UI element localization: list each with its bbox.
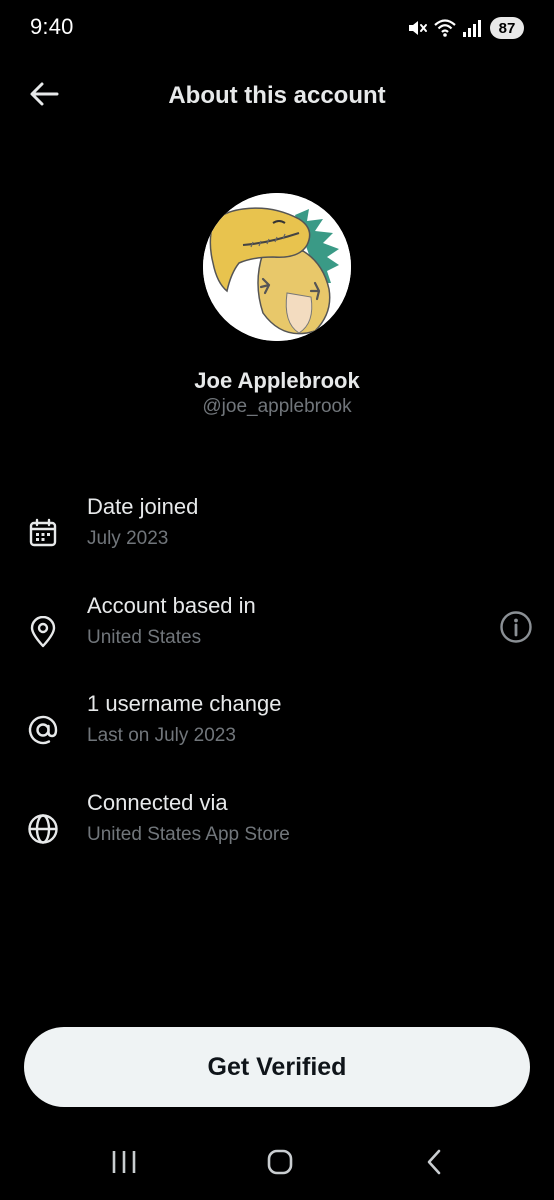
back-icon[interactable] [414, 1144, 454, 1180]
calendar-icon [24, 514, 62, 552]
info-subtitle: Last on July 2023 [87, 725, 236, 746]
location-pin-icon [24, 613, 62, 651]
info-icon [499, 610, 533, 649]
signal-icon [462, 18, 482, 38]
info-row-date-joined: Date joined July 2023 [0, 494, 554, 564]
header: About this account [0, 68, 554, 124]
globe-icon [24, 810, 62, 848]
info-title: 1 username change [87, 691, 282, 716]
info-row-username-changes: 1 username change Last on July 2023 [0, 691, 554, 761]
info-button[interactable] [498, 610, 534, 649]
wifi-icon [434, 18, 456, 38]
at-sign-icon [24, 711, 62, 749]
info-title: Date joined [87, 494, 199, 519]
mute-icon [406, 17, 428, 39]
info-subtitle: United States App Store [87, 824, 290, 845]
info-title: Account based in [87, 593, 256, 618]
info-row-connected-via: Connected via United States App Store [0, 790, 554, 860]
recent-apps-icon[interactable] [104, 1144, 144, 1180]
avatar-illustration [203, 193, 351, 341]
status-time: 9:40 [30, 14, 74, 39]
profile-handle: @joe_applebrook [202, 396, 352, 417]
info-row-account-location: Account based in United States [0, 593, 554, 663]
info-subtitle: July 2023 [87, 528, 169, 549]
info-title: Connected via [87, 790, 228, 815]
profile-name: Joe Applebrook [194, 368, 360, 393]
page-title: About this account [168, 82, 386, 109]
home-icon[interactable] [260, 1144, 300, 1180]
status-bar: 9:40 87 [0, 0, 554, 56]
avatar[interactable] [203, 193, 351, 341]
info-subtitle: United States [87, 627, 202, 648]
get-verified-button[interactable]: Get Verified [24, 1027, 530, 1107]
status-icons: 87 [406, 16, 524, 40]
system-nav-bar [0, 1130, 554, 1194]
battery-icon: 87 [490, 17, 524, 39]
